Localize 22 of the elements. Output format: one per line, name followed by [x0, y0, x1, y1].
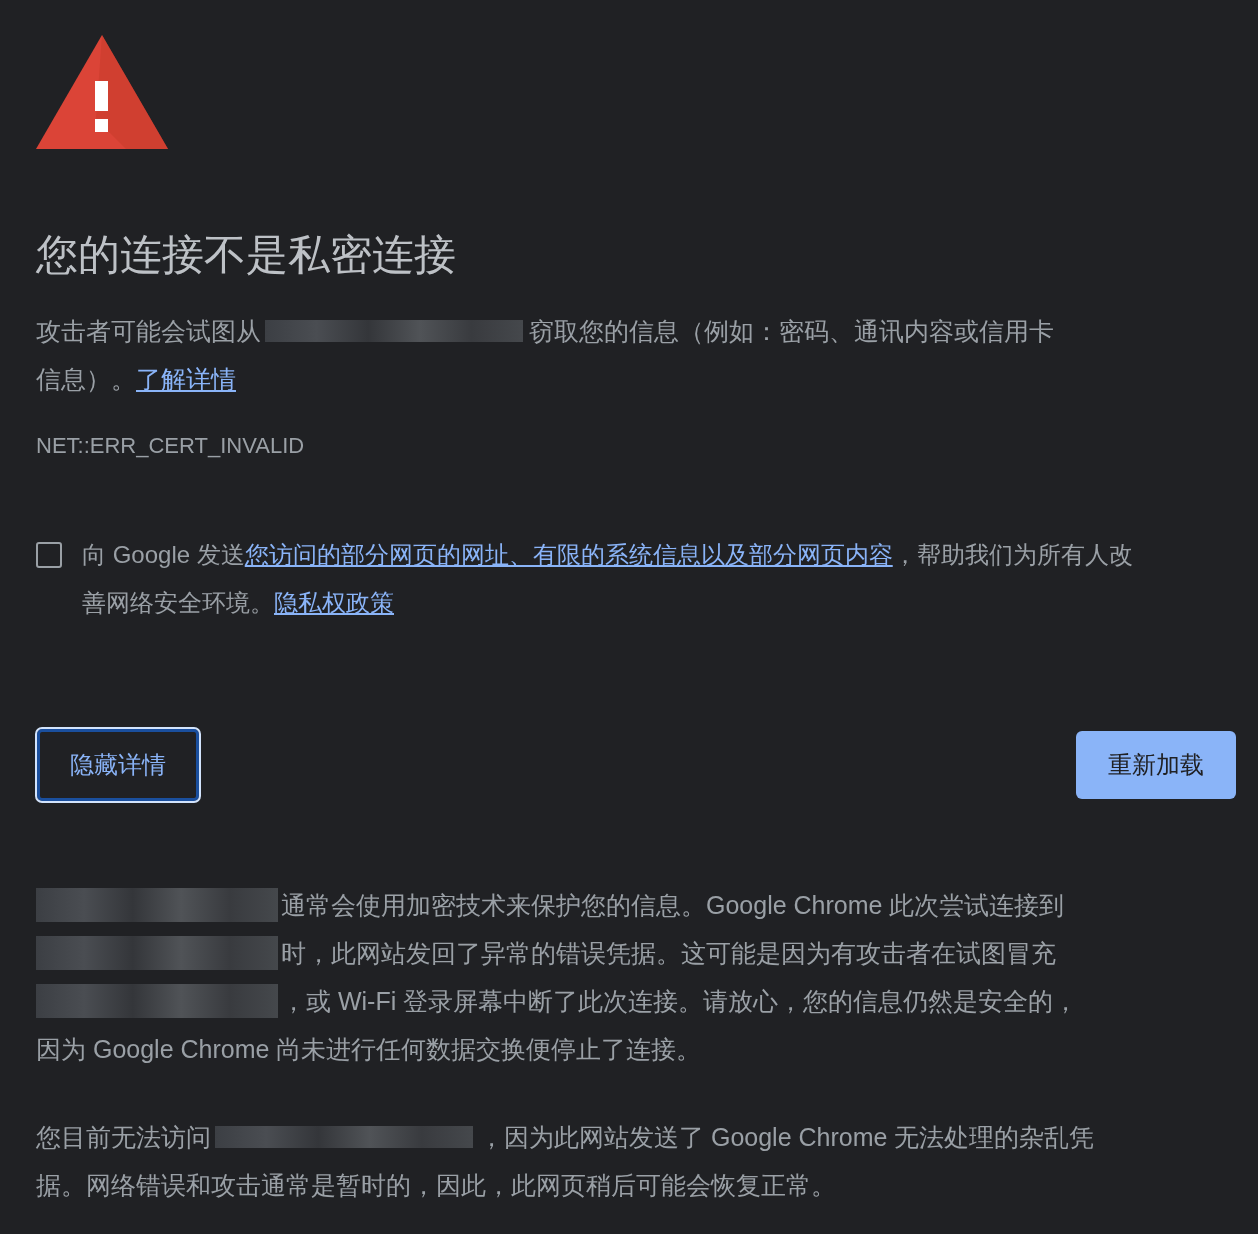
hide-details-button[interactable]: 隐藏详情	[37, 729, 199, 801]
intro-text: 窃取您的信息（例如：密码、通讯内容或信用卡	[529, 316, 1054, 347]
details-text: 因为 Google Chrome 尚未进行任何数据交换便停止了连接。	[36, 1034, 702, 1065]
report-link[interactable]: 您访问的部分网页的网址、有限的系统信息以及部分网页内容	[244, 539, 893, 571]
learn-more-link[interactable]: 了解详情	[136, 355, 236, 403]
checkbox[interactable]	[36, 542, 62, 568]
error-code: NET::ERR_CERT_INVALID	[36, 433, 306, 459]
reload-button[interactable]: 重新加载	[1076, 731, 1236, 799]
page-title: 您的连接不是私密连接	[36, 230, 457, 280]
details-text: ，因为此网站发送了 Google Chrome 无法处理的杂乱凭	[479, 1122, 1095, 1153]
details-text: 据。网络错误和攻击通常是暂时的，因此，此网页稍后可能会恢复正常。	[36, 1170, 836, 1201]
report-text: 向 Google 发送	[82, 540, 245, 570]
warning-icon	[36, 35, 168, 149]
report-text: 善网络安全环境。	[82, 588, 274, 618]
report-link[interactable]: 隐私权政策	[274, 587, 394, 619]
details-text: ，或 Wi-Fi 登录屏幕中断了此次连接。请放心，您的信息仍然是安全的，	[281, 986, 1079, 1017]
intro-text: 攻击者可能会试图从	[36, 316, 261, 347]
report-text: ，帮助我们为所有人改	[892, 540, 1133, 570]
details-text: 通常会使用加密技术来保护您的信息。Google Chrome 此次尝试连接到	[281, 890, 1065, 921]
intro-text: 信息）。	[36, 364, 136, 395]
details-text: 您目前无法访问	[36, 1122, 211, 1153]
details-text: 时，此网站发回了异常的错误凭据。这可能是因为有攻击者在试图冒充	[281, 938, 1056, 969]
